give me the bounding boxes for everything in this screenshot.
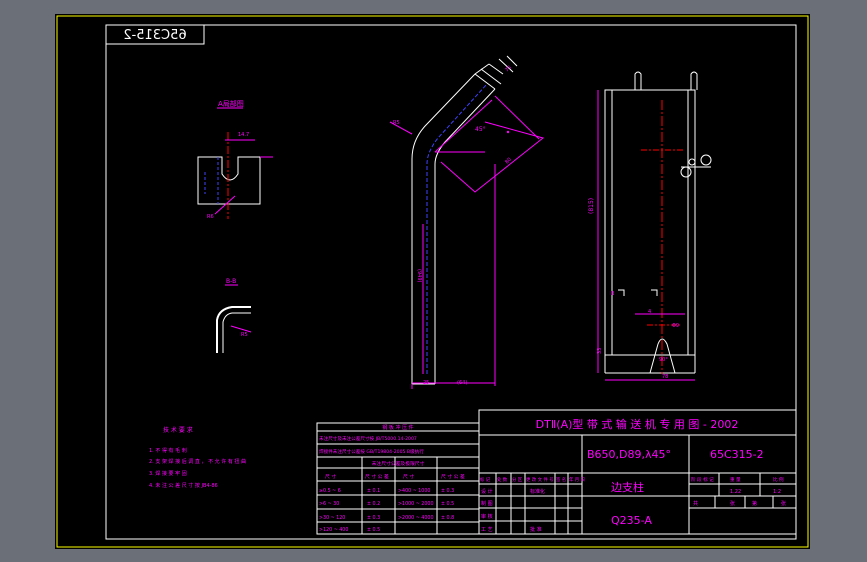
tol-cell: ± 0.5: [441, 501, 454, 507]
spec-text: B650,D89,λ45°: [587, 448, 671, 461]
note-line-2: 2. 支 架 焊 接 后 调 直 ， 不 允 许 有 扭 曲: [149, 458, 246, 465]
sign-h5: 签 名: [556, 476, 566, 483]
scale-value: 1:2: [773, 489, 781, 495]
part-name: 边支柱: [611, 480, 644, 494]
side-dim-width: 78: [662, 374, 668, 380]
tol-row1: 未注尺寸及未注公差尺寸按 JB/T5000.14-2007: [319, 435, 417, 442]
bend-view: (949) 25 (64) 45° 80 R5 75: [389, 55, 545, 389]
role-approve: 批 准: [530, 526, 542, 533]
section-bb-label: B-B: [226, 278, 236, 285]
sheet-total: 共: [693, 500, 698, 507]
detail-dim-2: R6: [207, 214, 214, 220]
tol-subtitle: 未注尺寸公差及极限尺寸: [372, 460, 425, 467]
side-dim-height: (815): [588, 198, 595, 214]
tol-cell: ± 0.1: [367, 488, 380, 494]
drawing-sheet: 65C315-2 A局部图 14.7 R6 B-B R5 (949) 25 (6…: [55, 14, 810, 549]
stage-h1: 阶 段 标 记: [691, 476, 714, 483]
tolerance-table: 钢 板 冲 压 件 未注尺寸及未注公差尺寸按 JB/T5000.14-2007 …: [316, 422, 480, 535]
role-draw: 制 图: [481, 500, 493, 507]
bend-dim-width: (64): [457, 380, 467, 386]
bend-dim-left: 25: [423, 380, 429, 386]
tol-cell: >1000 ~ 2000: [398, 501, 434, 507]
tol-row2: 焊接件未注尺寸公差按 GB/T19804-2005 B级执行: [319, 448, 424, 455]
side-dim-base: 33: [597, 348, 603, 354]
role-standard: 标准化: [530, 488, 545, 495]
tol-header-4: 尺 寸 公 差: [441, 473, 465, 480]
material: Q235-A: [611, 514, 652, 527]
drawing-number: 65C315-2: [710, 448, 764, 461]
tol-cell: ± 0.8: [441, 515, 454, 521]
tol-header-3: 尺 寸: [403, 473, 414, 480]
tol-cell: ± 0.5: [367, 527, 380, 533]
side-dim-hole: Φ9: [672, 323, 679, 329]
notes-title: 技 术 要 求: [163, 426, 193, 434]
mirrored-number-box: 65C315-2: [105, 24, 205, 45]
sign-h1: 标 记: [480, 476, 491, 483]
sheet-unit2: 张: [781, 500, 786, 507]
side-section-mark: B: [611, 291, 615, 297]
tol-header-1: 尺 寸: [325, 473, 336, 480]
tol-title: 钢 板 冲 压 件: [382, 424, 413, 431]
tol-cell: ± 0.3: [441, 488, 454, 494]
note-line-1: 1. 不 得 有 毛 刺: [149, 447, 187, 454]
mirrored-drawing-number: 65C315-2: [123, 28, 186, 43]
tol-cell: ± 0.3: [367, 515, 380, 521]
sign-h6: 年 月 日: [569, 476, 585, 483]
sign-h4: 更 改 文 件 号: [526, 476, 554, 483]
section-dim: R5: [241, 332, 248, 338]
title-main: DTⅡ(A)型 带 式 输 送 机 专 用 图 - 2002: [536, 417, 739, 431]
stage-h3: 比 例: [773, 476, 784, 483]
tol-cell: >30 ~ 120: [319, 515, 345, 521]
side-view: (815) 78 33 Φ9 90° B 4: [588, 71, 712, 381]
bend-dim-top: 75: [504, 65, 513, 74]
detail-a-label: A局部图: [218, 99, 244, 108]
cad-viewport: 65C315-2 A局部图 14.7 R6 B-B R5 (949) 25 (6…: [0, 0, 867, 562]
sign-h3: 分 区: [512, 476, 523, 483]
tol-cell: >2000 ~ 4000: [398, 515, 434, 521]
detail-a-view: A局部图 14.7 R6: [197, 99, 273, 220]
technical-notes: 技 术 要 求 1. 不 得 有 毛 刺 2. 支 架 焊 接 后 调 直 ， …: [149, 426, 246, 489]
section-bb-view: B-B R5: [216, 278, 252, 353]
title-block: DTⅡ(A)型 带 式 输 送 机 专 用 图 - 2002 标 记 处 数 分…: [478, 409, 797, 535]
sign-h2: 处 数: [497, 476, 508, 483]
note-line-3: 3. 焊 接 要 牢 固: [149, 470, 187, 477]
side-angle: 90°: [659, 357, 668, 363]
weight-value: 1.22: [730, 489, 741, 495]
stage-h2: 重 量: [730, 476, 741, 483]
bend-dim-seg: 80: [504, 157, 513, 166]
bend-dim-radius: R5: [393, 120, 400, 126]
tol-cell: >400 ~ 1000: [398, 488, 430, 494]
tol-cell: ≥0.5 ~ 6: [319, 488, 341, 494]
side-dim-small: 4: [648, 309, 651, 315]
note-line-4: 4. 未 注 公 差 尺 寸 按 JB4-86: [149, 482, 218, 489]
detail-dim-1: 14.7: [238, 132, 249, 138]
tol-cell: ± 0.2: [367, 501, 380, 507]
role-process: 工 艺: [481, 527, 493, 533]
role-check: 审 核: [481, 513, 493, 520]
tol-header-2: 尺 寸 公 差: [365, 473, 389, 480]
sheet-no: 第: [752, 500, 757, 507]
tol-cell: >120 ~ 400: [319, 527, 348, 533]
drawing-canvas[interactable]: 65C315-2 A局部图 14.7 R6 B-B R5 (949) 25 (6…: [55, 14, 810, 549]
sheet-unit1: 张: [730, 500, 735, 507]
bend-angle: 45°: [475, 126, 486, 133]
role-design: 设 计: [481, 488, 493, 495]
bend-dim-length: (949): [416, 269, 422, 282]
tol-cell: >6 ~ 30: [319, 501, 339, 507]
